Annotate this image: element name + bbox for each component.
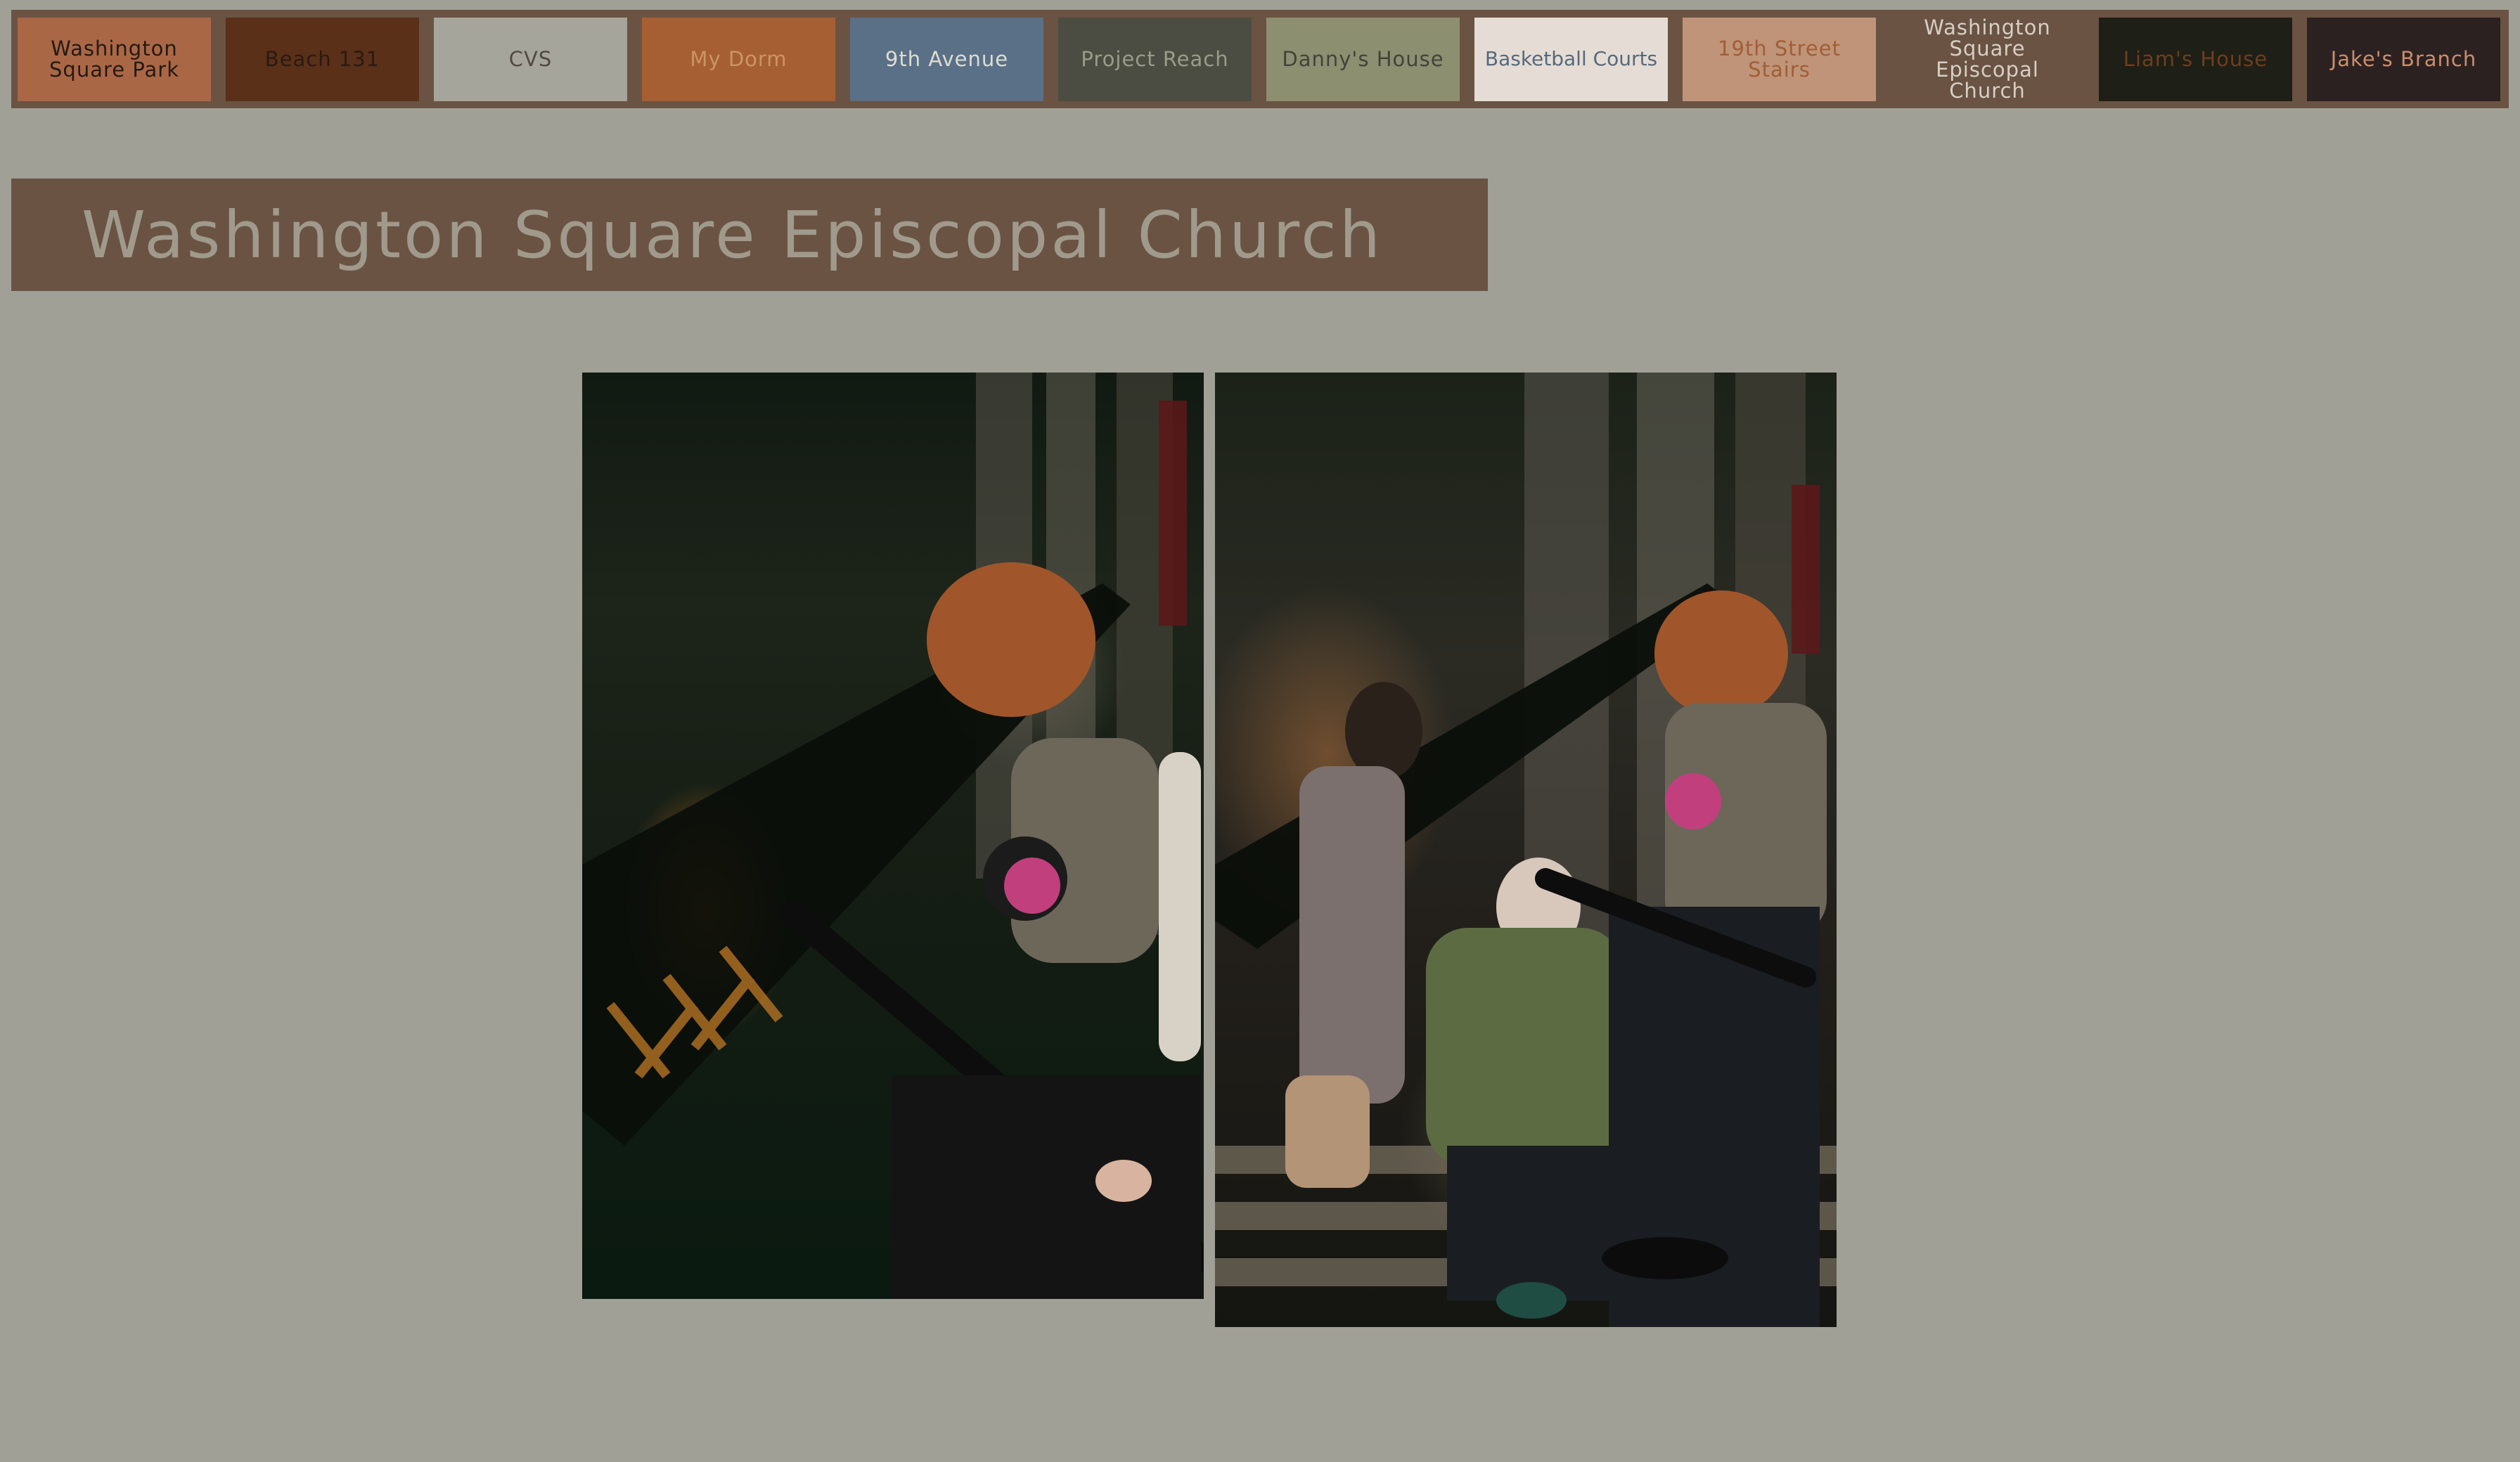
- nav-item-19th-street-stairs[interactable]: 19th Street Stairs: [1683, 17, 1876, 101]
- photo-1-illustration: [582, 373, 1204, 1299]
- nav-item-project-reach[interactable]: Project Reach: [1058, 17, 1252, 101]
- nav-item-label: 19th Street Stairs: [1718, 37, 1841, 82]
- nav-item-beach-131[interactable]: Beach 131: [226, 17, 419, 101]
- nav-item-label: Washington Square Episcopal Church: [1924, 15, 2051, 103]
- church-stairs-photo-1: [582, 373, 1204, 1299]
- nav-item-my-dorm[interactable]: My Dorm: [642, 17, 835, 101]
- location-nav: Washington Square Park Beach 131 CVS My …: [11, 10, 2509, 108]
- nav-item-cvs[interactable]: CVS: [434, 17, 627, 101]
- nav-item-9th-avenue[interactable]: 9th Avenue: [850, 17, 1043, 101]
- nav-item-label: Beach 131: [264, 47, 380, 71]
- nav-item-label: Liam's House: [2123, 47, 2268, 71]
- photo-2-illustration: [1215, 373, 1837, 1327]
- nav-item-liams-house[interactable]: Liam's House: [2099, 17, 2292, 101]
- nav-item-label: Jake's Branch: [2330, 47, 2477, 71]
- nav-item-washington-square-episcopal-church[interactable]: Washington Square Episcopal Church: [1891, 15, 2084, 103]
- nav-item-label: Project Reach: [1081, 47, 1229, 71]
- title-banner: Washington Square Episcopal Church: [11, 179, 1488, 291]
- nav-item-washington-square-park[interactable]: Washington Square Park: [18, 17, 211, 101]
- nav-item-label: Washington Square Park: [49, 37, 179, 82]
- nav-item-label: 9th Avenue: [885, 47, 1009, 71]
- nav-item-basketball-courts[interactable]: Basketball Courts: [1474, 17, 1668, 101]
- nav-item-label: Basketball Courts: [1484, 47, 1658, 70]
- nav-item-label: Danny's House: [1282, 47, 1444, 71]
- page-title: Washington Square Episcopal Church: [82, 197, 1384, 273]
- nav-item-label: CVS: [508, 47, 553, 71]
- nav-item-label: My Dorm: [690, 47, 788, 71]
- church-stairs-photo-2: [1215, 373, 1837, 1327]
- nav-item-dannys-house[interactable]: Danny's House: [1266, 17, 1460, 101]
- nav-item-jakes-branch[interactable]: Jake's Branch: [2307, 17, 2500, 101]
